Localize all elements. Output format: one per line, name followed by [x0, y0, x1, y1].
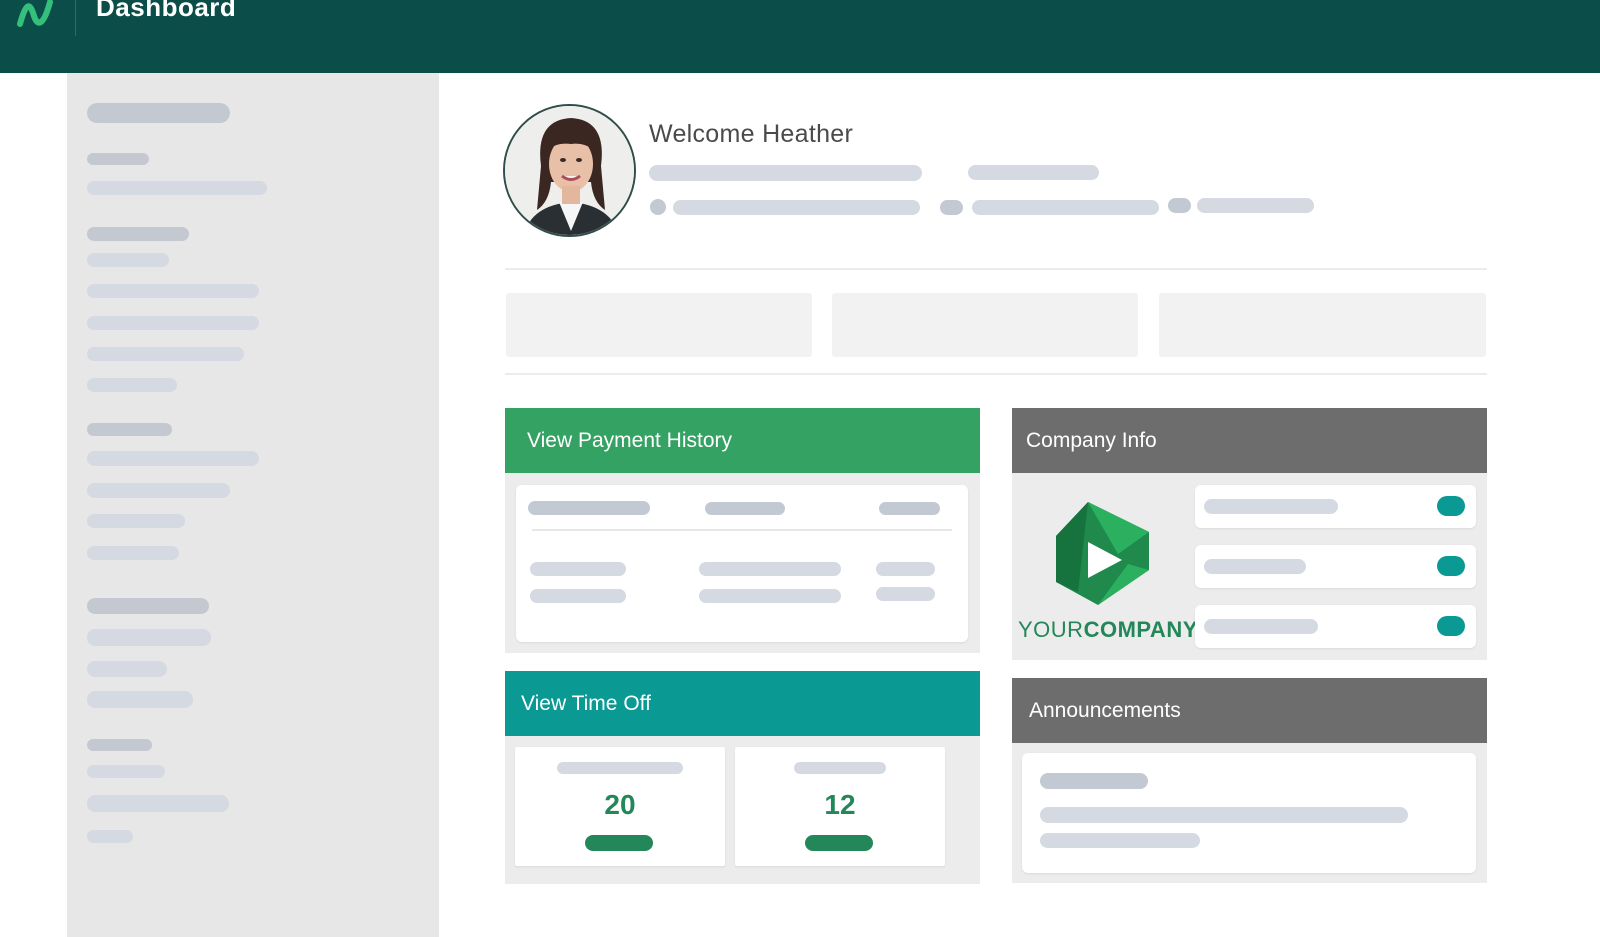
summary-tile[interactable]: [506, 293, 812, 357]
welcome-heading: Welcome Heather: [649, 120, 854, 148]
sidebar-skeleton: [87, 830, 133, 843]
payment-table: [516, 485, 968, 642]
announcement-title-skeleton: [1040, 773, 1148, 789]
sidebar-skeleton: [87, 316, 259, 330]
sidebar-skeleton: [87, 514, 185, 528]
section-divider: [505, 268, 1487, 270]
time-off-stat-2: 12: [735, 747, 945, 866]
summary-tile[interactable]: [1159, 293, 1486, 357]
stat-bar: [585, 835, 653, 851]
table-cell-skeleton: [699, 562, 841, 576]
table-header-skeleton: [879, 502, 940, 515]
time-off-value-2: 12: [824, 789, 856, 820]
profile-dot: [1168, 198, 1191, 213]
sidebar: [67, 73, 439, 937]
table-cell-skeleton: [876, 587, 935, 601]
user-avatar[interactable]: [503, 104, 636, 237]
section-divider: [505, 373, 1487, 375]
sidebar-skeleton: [87, 483, 230, 498]
table-cell-skeleton: [530, 562, 626, 576]
sidebar-skeleton: [87, 546, 179, 560]
sidebar-skeleton: [87, 661, 167, 677]
payment-history-button[interactable]: View Payment History: [505, 408, 980, 473]
profile-skeleton: [1197, 198, 1314, 213]
profile-skeleton: [673, 200, 920, 215]
table-cell-skeleton: [530, 589, 626, 603]
time-off-stat-1: 20: [515, 747, 725, 866]
announcements-button[interactable]: Announcements: [1012, 678, 1487, 743]
summary-tile[interactable]: [832, 293, 1138, 357]
sidebar-skeleton: [87, 253, 169, 267]
time-off-button[interactable]: View Time Off: [505, 671, 980, 736]
announcements-panel: [1012, 743, 1487, 883]
table-divider: [532, 529, 952, 531]
row-skeleton: [1204, 499, 1338, 514]
sidebar-skeleton: [87, 691, 193, 708]
profile-dot: [650, 199, 666, 215]
top-bar: Dashboard: [0, 0, 1600, 73]
dashboard-page: Dashboard Welcome Heather View Payment H…: [0, 0, 1600, 937]
header-divider: [75, 0, 76, 36]
avatar-portrait: [505, 106, 634, 235]
profile-skeleton: [649, 165, 922, 181]
company-logo-text: YOURCOMPANY: [1018, 617, 1198, 643]
row-skeleton: [1204, 619, 1318, 634]
toggle-switch[interactable]: [1437, 496, 1465, 516]
app-logo-icon[interactable]: [16, 0, 56, 28]
profile-skeleton: [972, 200, 1159, 215]
table-header-skeleton: [705, 502, 785, 515]
payment-history-panel: [505, 473, 980, 653]
toggle-switch[interactable]: [1437, 556, 1465, 576]
sidebar-skeleton: [87, 378, 177, 392]
company-logo-text-your: YOUR: [1018, 617, 1084, 642]
profile-skeleton: [968, 165, 1099, 180]
stat-bar: [805, 835, 873, 851]
sidebar-skeleton: [87, 227, 189, 241]
sidebar-skeleton: [87, 103, 230, 123]
sidebar-skeleton: [87, 153, 149, 165]
profile-dot: [940, 200, 963, 215]
announcement-text-skeleton: [1040, 833, 1200, 848]
sidebar-skeleton: [87, 739, 152, 751]
company-info-row[interactable]: [1195, 485, 1476, 528]
page-title: Dashboard: [96, 0, 237, 22]
sidebar-skeleton: [87, 598, 209, 614]
company-info-label: Company Info: [1026, 428, 1157, 452]
row-skeleton: [1204, 559, 1306, 574]
sidebar-skeleton: [87, 765, 165, 778]
sidebar-skeleton: [87, 347, 244, 361]
sidebar-skeleton: [87, 284, 259, 298]
time-off-value-1: 20: [604, 789, 636, 820]
sidebar-skeleton: [87, 451, 259, 466]
company-info-row[interactable]: [1195, 605, 1476, 648]
stat-label-skeleton: [794, 762, 886, 774]
company-logo-text-company: COMPANY: [1083, 617, 1198, 642]
sidebar-skeleton: [87, 629, 211, 646]
announcements-label: Announcements: [1029, 698, 1181, 722]
table-cell-skeleton: [699, 589, 841, 603]
company-info-button[interactable]: Company Info: [1012, 408, 1487, 473]
announcement-item[interactable]: [1022, 753, 1476, 873]
table-header-skeleton: [528, 501, 650, 515]
sidebar-skeleton: [87, 795, 229, 812]
time-off-label: View Time Off: [521, 691, 651, 715]
table-cell-skeleton: [876, 562, 935, 576]
sidebar-skeleton: [87, 423, 172, 436]
toggle-switch[interactable]: [1437, 616, 1465, 636]
payment-history-label: View Payment History: [527, 428, 733, 452]
sidebar-skeleton: [87, 181, 267, 195]
company-info-row[interactable]: [1195, 545, 1476, 588]
time-off-panel: 20 12: [505, 736, 980, 884]
announcement-text-skeleton: [1040, 807, 1408, 823]
stat-label-skeleton: [557, 762, 683, 774]
